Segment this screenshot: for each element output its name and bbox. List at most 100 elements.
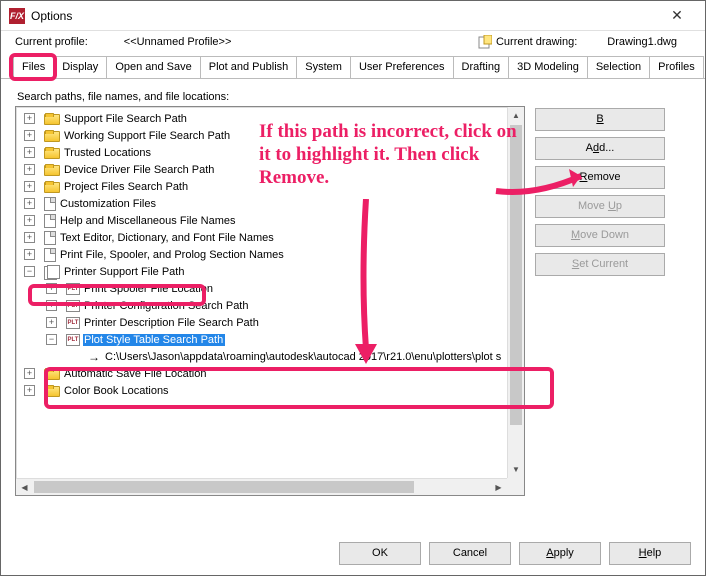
move-up-button[interactable]: Move Up [535, 195, 665, 218]
expand-icon[interactable]: + [24, 164, 35, 175]
tree-item-label[interactable]: C:\Users\Jason\appdata\roaming\autodesk\… [104, 351, 503, 363]
tree-item[interactable]: + Working Support File Search Path [16, 127, 507, 144]
expand-icon[interactable]: + [46, 283, 57, 294]
profile-row: Current profile: <<Unnamed Profile>> Cur… [1, 31, 705, 55]
tree-item-label[interactable]: Project Files Search Path [63, 181, 190, 193]
dialog-footer: OK Cancel Apply Help [339, 542, 691, 565]
tree-item[interactable]: + Text Editor, Dictionary, and Font File … [16, 229, 507, 246]
scroll-right-icon[interactable]: ▶ [490, 479, 507, 495]
expand-icon[interactable]: + [24, 215, 35, 226]
folder-icon [44, 114, 60, 125]
tree-item-label[interactable]: Automatic Save File Location [63, 368, 208, 380]
scroll-up-icon[interactable]: ▲ [508, 107, 524, 124]
expand-icon[interactable]: + [24, 147, 35, 158]
plt-icon: PLT [66, 334, 80, 346]
tree-item-label[interactable]: Color Book Locations [63, 385, 171, 397]
titlebar: F/X Options ✕ [1, 1, 705, 31]
tree-item[interactable]: + Color Book Locations [16, 382, 507, 399]
collapse-icon[interactable]: − [24, 266, 35, 277]
tab-user-preferences[interactable]: User Preferences [350, 56, 454, 79]
file-icon [44, 248, 56, 262]
tab-selection[interactable]: Selection [587, 56, 650, 79]
remove-button[interactable]: Remove [535, 166, 665, 189]
browse-button[interactable]: B [535, 108, 665, 131]
tree-item[interactable]: +PLTPrinter Configuration Search Path [16, 297, 507, 314]
tab-system[interactable]: System [296, 56, 351, 79]
horizontal-scrollbar[interactable]: ◀ ▶ [16, 478, 507, 495]
tab-3d-modeling[interactable]: 3D Modeling [508, 56, 588, 79]
tree-item-label[interactable]: Device Driver File Search Path [63, 164, 216, 176]
tree-item-label[interactable]: Customization Files [59, 198, 158, 210]
tree-item[interactable]: + Project Files Search Path [16, 178, 507, 195]
tree-item-label[interactable]: Working Support File Search Path [63, 130, 232, 142]
collapse-icon[interactable]: − [46, 334, 57, 345]
tree-item[interactable]: + Automatic Save File Location [16, 365, 507, 382]
tree-item[interactable]: + Help and Miscellaneous File Names [16, 212, 507, 229]
file-icon [44, 214, 56, 228]
tree-item[interactable]: → C:\Users\Jason\appdata\roaming\autodesk… [16, 348, 507, 365]
expand-icon[interactable]: + [46, 317, 57, 328]
set-current-button[interactable]: Set Current [535, 253, 665, 276]
current-profile-label: Current profile: [15, 36, 88, 48]
expand-icon[interactable]: + [24, 385, 35, 396]
current-drawing-label: Current drawing: [496, 36, 577, 48]
tree-item[interactable]: + Trusted Locations [16, 144, 507, 161]
close-button[interactable]: ✕ [657, 7, 697, 24]
folder-icon [44, 165, 60, 176]
tree-item-label[interactable]: Plot Style Table Search Path [83, 334, 225, 346]
ok-button[interactable]: OK [339, 542, 421, 565]
expand-icon[interactable]: + [24, 368, 35, 379]
tree-item-label[interactable]: Support File Search Path [63, 113, 189, 125]
tab-open-and-save[interactable]: Open and Save [106, 56, 200, 79]
scroll-thumb[interactable] [510, 125, 522, 425]
tree-item-label[interactable]: Print Spooler File Location [83, 283, 215, 295]
apply-button[interactable]: Apply [519, 542, 601, 565]
expand-icon[interactable]: + [46, 300, 57, 311]
folder-icon [44, 148, 60, 159]
expand-icon[interactable]: + [24, 249, 35, 260]
plt-icon: PLT [66, 317, 80, 329]
plt-icon: PLT [66, 283, 80, 295]
tree-item-label[interactable]: Print File, Spooler, and Prolog Section … [59, 249, 286, 261]
tree-item[interactable]: + PLTPrinter Description File Search Path [16, 314, 507, 331]
expand-icon[interactable]: + [24, 232, 35, 243]
scroll-down-icon[interactable]: ▼ [508, 461, 524, 478]
tab-plot-and-publish[interactable]: Plot and Publish [200, 56, 298, 79]
tree-item[interactable]: + Support File Search Path [16, 110, 507, 127]
help-button[interactable]: Help [609, 542, 691, 565]
tree-item-label[interactable]: Help and Miscellaneous File Names [59, 215, 237, 227]
tree-item[interactable]: + Device Driver File Search Path [16, 161, 507, 178]
tabs: Files Display Open and Save Plot and Pub… [1, 55, 705, 79]
tree-item-label[interactable]: Printer Description File Search Path [83, 317, 261, 329]
tab-display[interactable]: Display [53, 56, 107, 79]
tab-profiles[interactable]: Profiles [649, 56, 704, 79]
path-arrow-icon: → [88, 350, 100, 364]
app-icon: F/X [9, 8, 25, 24]
tree-view[interactable]: + Support File Search Path + Working Suppor… [15, 106, 525, 496]
tree-item-label[interactable]: Text Editor, Dictionary, and Font File N… [59, 232, 276, 244]
files-icon [44, 265, 60, 279]
tree-item[interactable]: + Customization Files [16, 195, 507, 212]
tree-item[interactable]: − Printer Support File Path [16, 263, 507, 280]
add-button[interactable]: Add... [535, 137, 665, 160]
cancel-button[interactable]: Cancel [429, 542, 511, 565]
tree-item[interactable]: + Print File, Spooler, and Prolog Section… [16, 246, 507, 263]
scroll-thumb-h[interactable] [34, 481, 414, 493]
tree-item[interactable]: + PLTPrint Spooler File Location [16, 280, 507, 297]
tab-drafting[interactable]: Drafting [453, 56, 510, 79]
expand-icon[interactable]: + [24, 113, 35, 124]
tree-item[interactable]: −PLTPlot Style Table Search Path [16, 331, 507, 348]
tree-item-label[interactable]: Printer Configuration Search Path [83, 300, 250, 312]
tab-files[interactable]: Files [13, 56, 54, 79]
expand-icon[interactable]: + [24, 181, 35, 192]
tree-item-label[interactable]: Trusted Locations [63, 147, 153, 159]
expand-icon[interactable]: + [24, 198, 35, 209]
section-label: Search paths, file names, and file locat… [17, 91, 691, 103]
expand-icon[interactable]: + [24, 130, 35, 141]
vertical-scrollbar[interactable]: ▲ ▼ [507, 107, 524, 478]
move-down-button[interactable]: Move Down [535, 224, 665, 247]
tree-item-label[interactable]: Printer Support File Path [63, 266, 186, 278]
scroll-left-icon[interactable]: ◀ [16, 479, 33, 495]
tree-spacer [68, 351, 79, 362]
drawing-file-icon [478, 35, 492, 49]
